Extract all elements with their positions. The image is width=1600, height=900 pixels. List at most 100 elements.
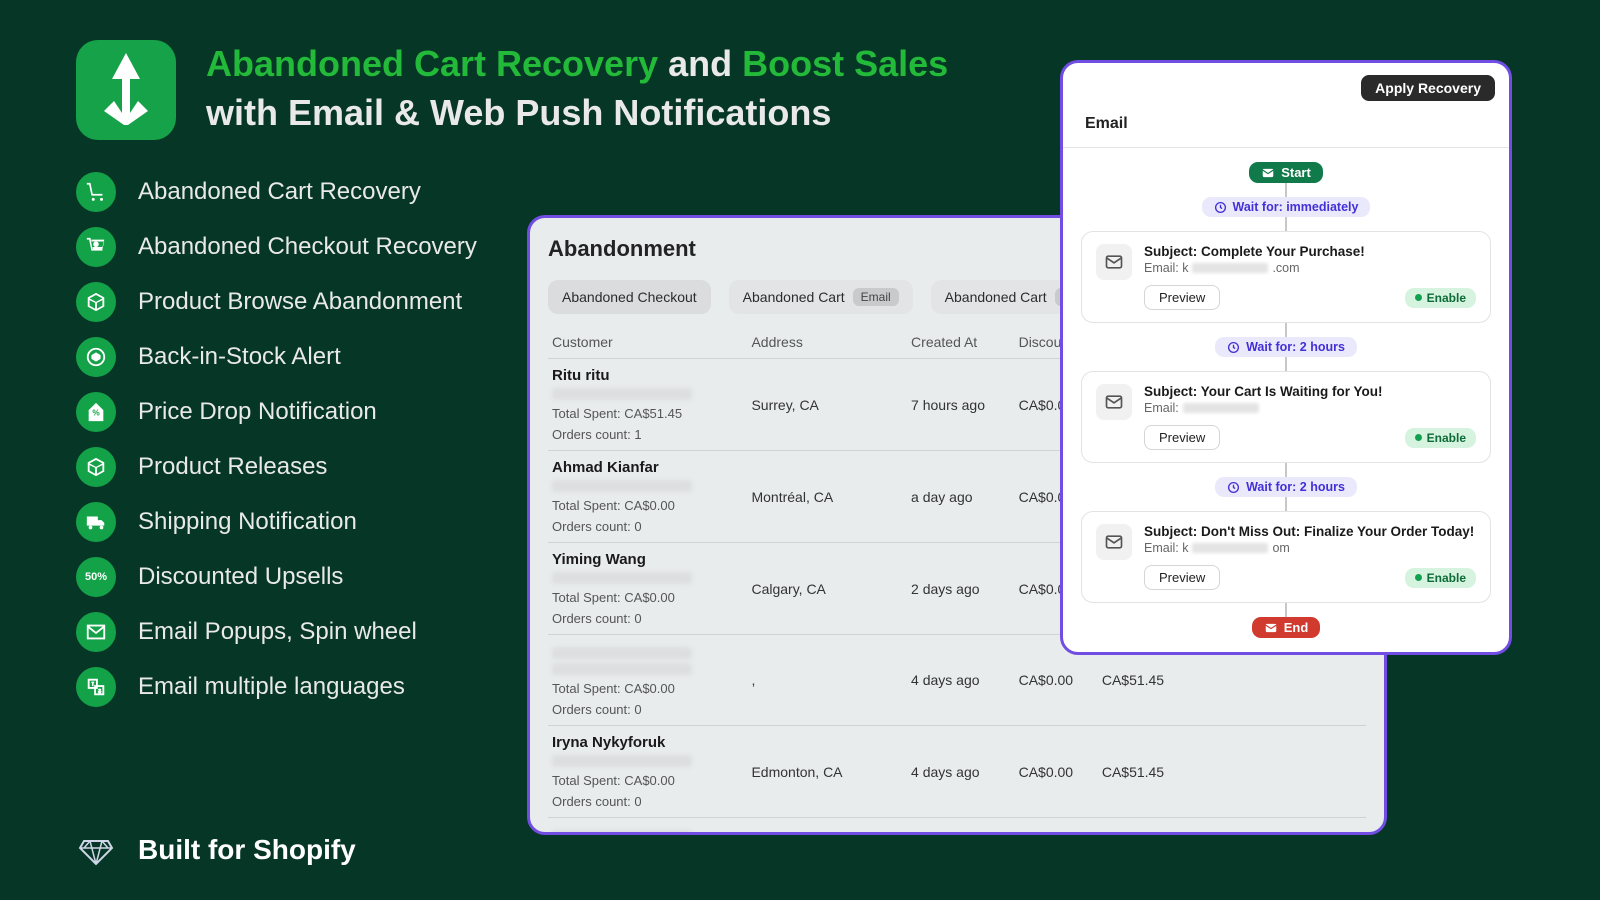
headline-and: and bbox=[658, 43, 742, 84]
redacted bbox=[552, 647, 692, 659]
checkout-icon bbox=[76, 227, 116, 267]
customer-name: Yiming Wang bbox=[552, 551, 751, 568]
customer-spent: Total Spent: CA$0.00 bbox=[552, 498, 751, 513]
headline-part1: Abandoned Cart Recovery bbox=[206, 43, 658, 84]
enable-badge: Enable bbox=[1405, 428, 1476, 448]
redacted bbox=[1192, 263, 1268, 273]
email-subject: Subject: Don't Miss Out: Finalize Your O… bbox=[1144, 524, 1476, 539]
mail-icon bbox=[76, 612, 116, 652]
col-address: Address bbox=[751, 334, 911, 350]
customer-spent: Total Spent: CA$0.00 bbox=[552, 773, 751, 788]
connector bbox=[1285, 357, 1287, 371]
app-logo bbox=[76, 40, 176, 140]
feature-label: Product Releases bbox=[138, 453, 327, 481]
feature-label: Product Browse Abandonment bbox=[138, 288, 462, 316]
feature-item: Product Releases bbox=[76, 447, 477, 487]
tab-abandoned-checkout[interactable]: Abandoned Checkout bbox=[548, 280, 711, 314]
table-row: Total Spent: CA$0.00Orders count: 0 , 4 … bbox=[548, 817, 1366, 835]
email-to: Email: kom bbox=[1144, 541, 1476, 555]
email-step-card: Subject: Don't Miss Out: Finalize Your O… bbox=[1081, 511, 1491, 603]
wait-pill: Wait for: 2 hours bbox=[1215, 477, 1357, 497]
mail-icon bbox=[1096, 244, 1132, 280]
customer-name: Ahmad Kianfar bbox=[552, 459, 751, 476]
cell-discount: CA$0.00 bbox=[1019, 764, 1102, 780]
email-flow-panel: Apply Recovery Email Start Wait for: imme… bbox=[1060, 60, 1512, 655]
email-subject: Subject: Complete Your Purchase! bbox=[1144, 244, 1476, 259]
cell-total: CA$51.45 bbox=[1102, 764, 1194, 780]
cell-address: , bbox=[751, 672, 911, 688]
connector bbox=[1285, 183, 1287, 197]
tab-label: Abandoned Cart bbox=[743, 289, 845, 305]
connector bbox=[1285, 463, 1287, 477]
flow-heading: Email bbox=[1063, 101, 1509, 148]
feature-item: Email Popups, Spin wheel bbox=[76, 612, 477, 652]
redacted bbox=[1183, 403, 1259, 413]
box-icon bbox=[76, 447, 116, 487]
customer-orders: Orders count: 1 bbox=[552, 427, 751, 442]
feature-label: Abandoned Checkout Recovery bbox=[138, 233, 477, 261]
cell-created: 4 days ago bbox=[911, 764, 1019, 780]
customer-orders: Orders count: 0 bbox=[552, 519, 751, 534]
alert-icon bbox=[76, 337, 116, 377]
built-for-shopify: Built for Shopify bbox=[76, 830, 356, 870]
redacted bbox=[552, 663, 692, 675]
tab-label: Abandoned Cart bbox=[945, 289, 1047, 305]
preview-button[interactable]: Preview bbox=[1144, 285, 1220, 310]
redacted bbox=[552, 480, 692, 492]
customer-orders: Orders count: 0 bbox=[552, 702, 751, 717]
box-icon bbox=[76, 282, 116, 322]
cell-created: a day ago bbox=[911, 489, 1019, 505]
wait-pill: Wait for: immediately bbox=[1202, 197, 1371, 217]
cart-icon bbox=[76, 172, 116, 212]
feature-label: Email Popups, Spin wheel bbox=[138, 618, 417, 646]
email-to: Email: k.com bbox=[1144, 261, 1476, 275]
start-pill: Start bbox=[1249, 162, 1323, 183]
wait-pill: Wait for: 2 hours bbox=[1215, 337, 1357, 357]
cell-created: 7 hours ago bbox=[911, 397, 1019, 413]
connector bbox=[1285, 217, 1287, 231]
feature-item: Back-in-Stock Alert bbox=[76, 337, 477, 377]
customer-orders: Orders count: 0 bbox=[552, 611, 751, 626]
price-drop-icon bbox=[76, 392, 116, 432]
customer-spent: Total Spent: CA$0.00 bbox=[552, 590, 751, 605]
cell-created: 4 days ago bbox=[911, 672, 1019, 688]
headline-part2: Boost Sales bbox=[742, 43, 948, 84]
redacted bbox=[552, 755, 692, 767]
cell-address: Surrey, CA bbox=[751, 397, 911, 413]
preview-button[interactable]: Preview bbox=[1144, 425, 1220, 450]
redacted bbox=[552, 830, 692, 835]
email-step-card: Subject: Your Cart Is Waiting for You! E… bbox=[1081, 371, 1491, 463]
feature-item: Abandoned Checkout Recovery bbox=[76, 227, 477, 267]
preview-button[interactable]: Preview bbox=[1144, 565, 1220, 590]
discount-badge-icon: 50% bbox=[76, 557, 116, 597]
tab-label: Abandoned Checkout bbox=[562, 289, 697, 305]
headline-line2: with Email & Web Push Notifications bbox=[206, 89, 948, 138]
tab-badge: Email bbox=[853, 288, 899, 306]
customer-name: Ritu ritu bbox=[552, 367, 751, 384]
col-customer: Customer bbox=[552, 334, 751, 350]
mail-icon bbox=[1096, 524, 1132, 560]
cell-total: CA$51.45 bbox=[1102, 672, 1194, 688]
redacted bbox=[552, 388, 692, 400]
customer-spent: Total Spent: CA$0.00 bbox=[552, 681, 751, 696]
cell-address: Montréal, CA bbox=[751, 489, 911, 505]
mail-icon bbox=[1096, 384, 1132, 420]
feature-label: Discounted Upsells bbox=[138, 563, 343, 591]
end-pill: End bbox=[1252, 617, 1321, 638]
customer-name: Iryna Nykyforuk bbox=[552, 734, 751, 751]
diamond-icon bbox=[76, 830, 116, 870]
connector bbox=[1285, 603, 1287, 617]
feature-item: Email multiple languages bbox=[76, 667, 477, 707]
feature-label: Back-in-Stock Alert bbox=[138, 343, 341, 371]
email-to: Email: bbox=[1144, 401, 1476, 415]
enable-badge: Enable bbox=[1405, 288, 1476, 308]
cell-created: 2 days ago bbox=[911, 581, 1019, 597]
feature-label: Email multiple languages bbox=[138, 673, 405, 701]
redacted bbox=[552, 572, 692, 584]
tab-abandoned-cart-email[interactable]: Abandoned Cart Email bbox=[729, 280, 913, 314]
redacted bbox=[1192, 543, 1268, 553]
apply-recovery-button[interactable]: Apply Recovery bbox=[1361, 75, 1495, 101]
enable-badge: Enable bbox=[1405, 568, 1476, 588]
email-step-card: Subject: Complete Your Purchase! Email: … bbox=[1081, 231, 1491, 323]
col-created: Created At bbox=[911, 334, 1019, 350]
